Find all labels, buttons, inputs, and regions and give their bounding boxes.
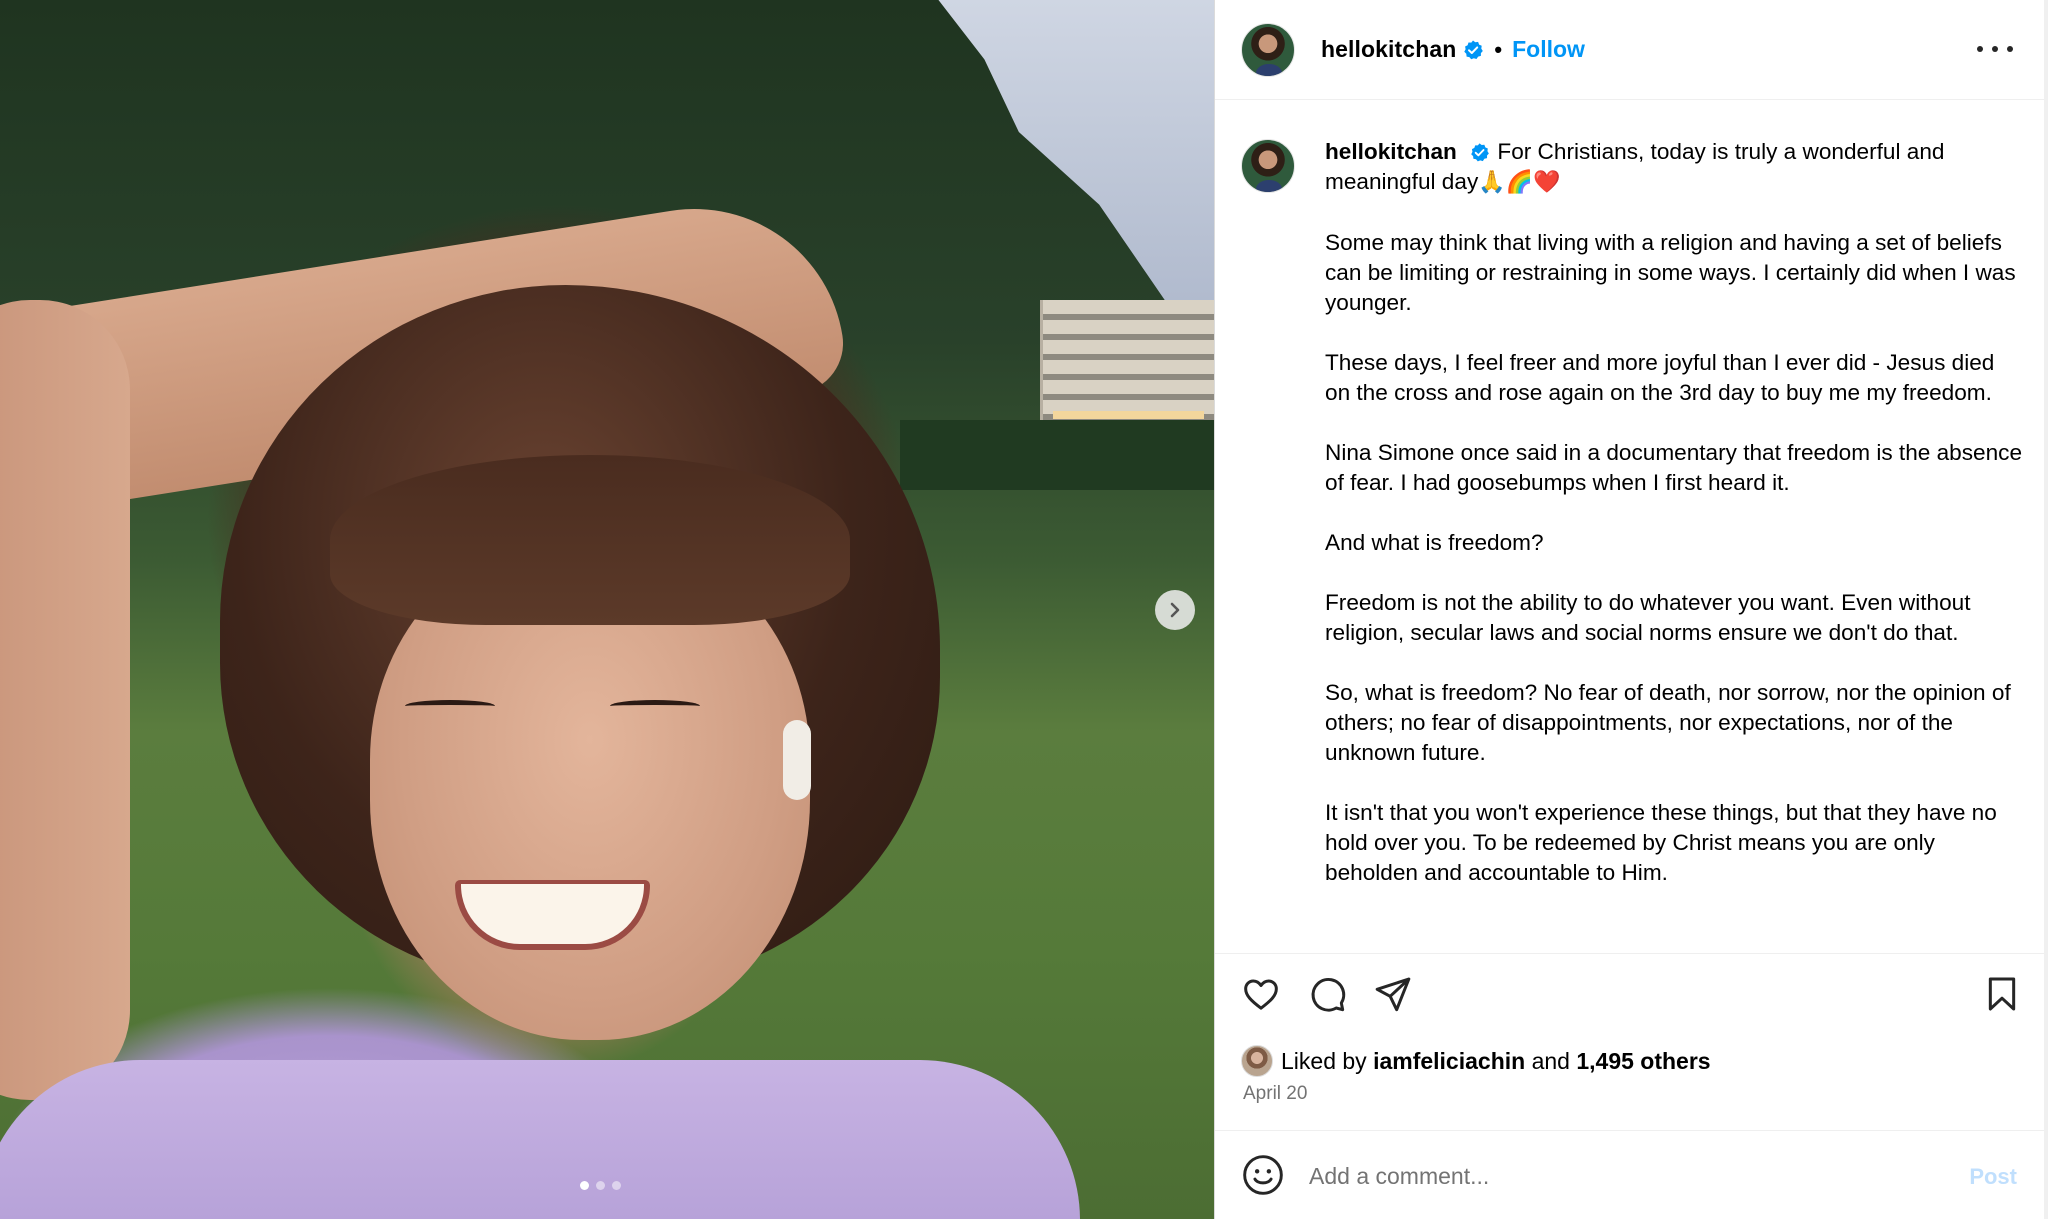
carousel-dot bbox=[596, 1181, 605, 1190]
next-slide-button[interactable] bbox=[1155, 590, 1195, 630]
liker-avatar[interactable] bbox=[1241, 1045, 1273, 1077]
comment-bar: Post bbox=[1215, 1130, 2045, 1219]
post-details-panel: hellokitchan • Follow hellokitchan For C… bbox=[1214, 0, 2048, 1219]
post-date[interactable]: April 20 bbox=[1243, 1083, 1307, 1105]
photo-eye-left bbox=[405, 700, 495, 712]
caption-paragraph: Nina Simone once said in a documentary t… bbox=[1325, 440, 2023, 495]
photo-arm-lower bbox=[0, 300, 130, 1100]
share-icon[interactable] bbox=[1371, 972, 1415, 1016]
likes-count-link[interactable]: 1,495 others bbox=[1576, 1048, 1710, 1075]
bookmark-icon[interactable] bbox=[1980, 972, 2024, 1016]
carousel-dot bbox=[612, 1181, 621, 1190]
caption-first-line: hellokitchan For Christians, today is tr… bbox=[1325, 139, 1944, 195]
photo-bangs bbox=[330, 455, 850, 625]
caption-paragraph: Freedom is not the ability to do whateve… bbox=[1325, 590, 1971, 645]
heart-icon[interactable] bbox=[1239, 972, 1283, 1016]
action-icons bbox=[1239, 972, 1415, 1016]
caption-scroll-area[interactable]: hellokitchan For Christians, today is tr… bbox=[1215, 101, 2045, 953]
header-separator: • bbox=[1494, 36, 1503, 62]
caption-emoji: 🙏🌈❤️ bbox=[1478, 170, 1561, 195]
more-options-icon[interactable] bbox=[1977, 35, 2013, 63]
photo-shirt bbox=[0, 1060, 1080, 1219]
caption-paragraph: So, what is freedom? No fear of death, n… bbox=[1325, 680, 2011, 765]
photo-building bbox=[1040, 300, 1214, 425]
caption-paragraph: These days, I feel freer and more joyful… bbox=[1325, 350, 1995, 405]
chevron-right-icon bbox=[1170, 602, 1180, 618]
caption-cutoff bbox=[1215, 927, 2045, 953]
post-comment-button[interactable]: Post bbox=[1969, 1164, 2017, 1190]
liked-by-username[interactable]: iamfeliciachin bbox=[1373, 1048, 1525, 1075]
photo-earbud bbox=[783, 720, 811, 800]
caption-author-avatar[interactable] bbox=[1241, 139, 1295, 193]
caption-username[interactable]: hellokitchan bbox=[1325, 139, 1457, 164]
post-media[interactable] bbox=[0, 0, 1214, 1219]
caption-paragraph: Some may think that living with a religi… bbox=[1325, 230, 2016, 315]
caption-paragraph: It isn't that you won't experience these… bbox=[1325, 800, 1997, 885]
likes-prefix: Liked by bbox=[1281, 1047, 1367, 1074]
author-username[interactable]: hellokitchan bbox=[1321, 36, 1456, 63]
post-header: hellokitchan • Follow bbox=[1215, 0, 2045, 100]
actions-divider bbox=[1215, 953, 2045, 954]
photo-eye-right bbox=[610, 700, 700, 712]
emoji-icon[interactable] bbox=[1241, 1153, 1285, 1197]
author-avatar[interactable] bbox=[1241, 22, 1295, 77]
photo-hedge bbox=[900, 420, 1214, 490]
likes-summary: Liked by iamfeliciachin and 1,495 others bbox=[1241, 1045, 1711, 1077]
caption-text: hellokitchan For Christians, today is tr… bbox=[1325, 137, 2025, 888]
caption-paragraph: And what is freedom? bbox=[1325, 530, 1544, 555]
carousel-indicator bbox=[580, 1181, 621, 1190]
comment-icon[interactable] bbox=[1305, 972, 1349, 1016]
verified-badge-icon bbox=[1462, 39, 1484, 61]
likes-connector: and bbox=[1531, 1047, 1570, 1074]
carousel-dot-active bbox=[580, 1181, 589, 1190]
panel-edge bbox=[2044, 0, 2048, 1219]
comment-input[interactable] bbox=[1309, 1156, 1909, 1196]
verified-badge-icon bbox=[1469, 142, 1491, 164]
follow-button[interactable]: Follow bbox=[1512, 36, 1585, 63]
